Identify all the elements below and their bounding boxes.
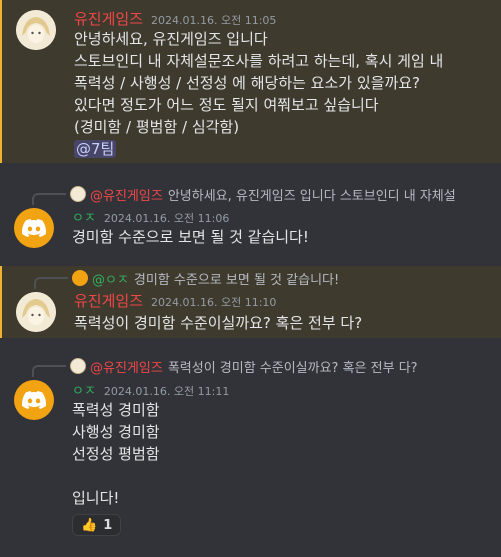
message-3: @ㅇㅈ 경미함 수준으로 보면 될 것 같습니다! 유진게임즈 2024.01.1…: [0, 266, 501, 338]
user-avatar[interactable]: [14, 208, 54, 248]
message-line: 선정성 평범함: [72, 445, 160, 463]
anime-avatar-icon: [16, 292, 56, 332]
message-1: 유진게임즈 2024.01.16. 오전 11:05 안녕하세요, 유진게임즈 입…: [0, 0, 501, 163]
reaction-count: 1: [103, 517, 113, 533]
timestamp: 2024.01.16. 오전 11:06: [103, 212, 230, 225]
message-2: @유진게임즈 안녕하세요, 유진게임즈 입니다 스토브인디 내 자체설 ㅇㅈ 20…: [0, 180, 501, 260]
thumbs-up-icon: 👍: [81, 517, 98, 533]
username[interactable]: ㅇㅈ: [72, 211, 96, 226]
message-line: 폭력성이 경미함 수준이실까요? 혹은 전부 다?: [74, 314, 363, 332]
discord-logo-icon: [22, 391, 46, 409]
username[interactable]: 유진게임즈: [74, 292, 143, 310]
reply-avatar: [70, 186, 86, 202]
timestamp: 2024.01.16. 오전 11:05: [151, 14, 277, 27]
message-line: 안녕하세요, 유진게임즈 입니다: [74, 30, 268, 48]
message-line: @7팀: [74, 139, 117, 160]
reply-text: 폭력성이 경미함 수준이실까요? 혹은 전부 다?: [167, 360, 418, 376]
reply-connector: [32, 365, 66, 377]
reply-username[interactable]: @ㅇㅈ: [92, 269, 129, 288]
reply-avatar: [70, 358, 86, 374]
message-line: (경미함 / 평범함 / 심각함): [74, 118, 240, 136]
timestamp: 2024.01.16. 오전 11:10: [151, 296, 277, 309]
message-4: @유진게임즈 폭력성이 경미함 수준이실까요? 혹은 전부 다? ㅇㅈ 2024.…: [0, 354, 501, 549]
message-line: 스토브인디 내 자체설문조사를 하려고 하는데, 혹시 게임 내: [74, 52, 444, 70]
reply-username[interactable]: @유진게임즈: [90, 185, 163, 204]
message-line: 있다면 정도가 어느 정도 될지 여쭤보고 싶습니다: [74, 96, 379, 114]
reply-avatar: [72, 270, 88, 286]
reply-text: 안녕하세요, 유진게임즈 입니다 스토브인디 내 자체설: [167, 188, 456, 204]
reply-connector: [32, 193, 66, 205]
user-avatar[interactable]: [16, 292, 56, 332]
username[interactable]: 유진게임즈: [74, 10, 143, 28]
reply-username[interactable]: @유진게임즈: [90, 357, 163, 376]
message-line: 경미함 수준으로 보면 될 것 같습니다!: [72, 228, 309, 246]
username[interactable]: ㅇㅈ: [72, 384, 96, 399]
anime-avatar-icon: [16, 10, 56, 50]
role-mention[interactable]: @7팀: [74, 140, 117, 158]
timestamp: 2024.01.16. 오전 11:11: [103, 385, 230, 398]
reply-connector: [34, 277, 68, 289]
user-avatar[interactable]: [14, 380, 54, 420]
reply-text: 경미함 수준으로 보면 될 것 같습니다!: [133, 272, 340, 288]
discord-logo-icon: [22, 219, 46, 237]
reaction-button[interactable]: 👍 1: [72, 514, 122, 536]
message-line: 폭력성 경미함: [72, 401, 160, 419]
message-line: 입니다!: [72, 489, 120, 507]
user-avatar[interactable]: [16, 10, 56, 50]
message-line: 사행성 경미함: [72, 423, 160, 441]
message-line: 폭력성 / 사행성 / 선정성 에 해당하는 요소가 있을까요?: [74, 74, 421, 92]
